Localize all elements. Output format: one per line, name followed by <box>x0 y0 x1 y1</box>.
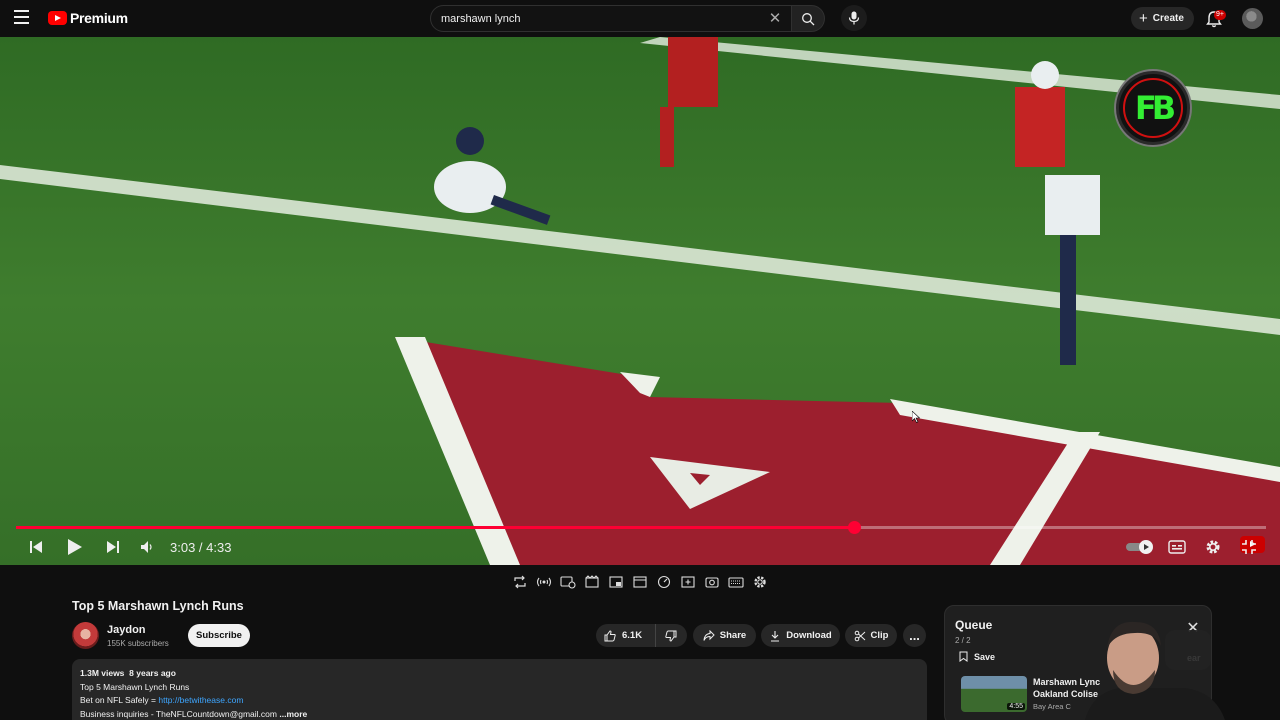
thumbs-up-icon <box>604 629 616 641</box>
share-button[interactable]: Share <box>693 624 756 647</box>
like-dislike-group: 6.1K <box>596 624 687 647</box>
gear-icon[interactable] <box>750 572 770 592</box>
keyboard-icon[interactable] <box>726 572 746 592</box>
subscriber-count: 155K subscribers <box>107 639 169 648</box>
more-actions-button[interactable]: ... <box>903 624 926 647</box>
watermark-text: FB <box>1123 78 1183 138</box>
time-display: 3:03 / 4:33 <box>170 540 232 555</box>
clip-label: Clip <box>870 630 889 641</box>
save-queue-button[interactable]: Save <box>959 651 995 662</box>
exit-fullscreen-icon <box>1242 540 1256 554</box>
extension-toolbar <box>510 572 772 592</box>
webcam-overlay <box>1085 621 1225 720</box>
thumbs-down-icon <box>665 630 677 642</box>
progress-bar[interactable] <box>16 521 1266 534</box>
upload-age: 8 years ago <box>129 668 176 678</box>
channel-avatar[interactable] <box>72 622 99 649</box>
plus-icon: + <box>1139 10 1148 27</box>
bookmark-icon <box>959 651 968 662</box>
queue-count: 2 / 2 <box>955 636 971 645</box>
volume-icon <box>141 541 152 553</box>
notification-badge: 9+ <box>1214 10 1226 20</box>
like-button[interactable]: 6.1K <box>596 624 656 647</box>
screenshot-icon[interactable] <box>702 572 722 592</box>
show-more-button[interactable]: ...more <box>279 709 307 719</box>
play-button[interactable] <box>64 535 84 559</box>
close-icon[interactable]: ✕ <box>767 11 783 27</box>
video-title: Top 5 Marshawn Lynch Runs <box>72 599 244 613</box>
create-label: Create <box>1152 13 1184 24</box>
download-label: Download <box>786 630 832 641</box>
channel-name[interactable]: Jaydon <box>107 624 146 636</box>
player-controls: 3:03 / 4:33 <box>0 535 1280 561</box>
scissors-icon <box>854 630 865 641</box>
description-text: Business inquiries - TheNFLCountdown@gma… <box>80 708 277 719</box>
cinema-icon[interactable] <box>582 572 602 592</box>
autoplay-toggle-icon <box>1126 540 1153 554</box>
create-button[interactable]: + Create <box>1131 7 1194 30</box>
video-frame <box>0 37 1280 565</box>
logo-text: Premium <box>70 10 128 26</box>
dislike-button[interactable] <box>656 624 686 647</box>
search-input[interactable] <box>441 12 761 25</box>
speed-icon[interactable] <box>654 572 674 592</box>
skip-previous-icon <box>30 541 42 553</box>
next-button[interactable] <box>103 535 123 559</box>
queue-title: Queue <box>955 618 993 632</box>
search-icon <box>802 12 815 25</box>
account-avatar[interactable] <box>1242 8 1263 29</box>
audio-mode-icon[interactable] <box>534 572 554 592</box>
youtube-play-icon <box>48 11 67 25</box>
mute-button[interactable] <box>137 535 157 559</box>
play-icon <box>67 539 82 555</box>
gear-icon <box>1206 540 1220 554</box>
progress-played <box>16 526 854 529</box>
queue-item-channel: Bay Area C <box>1033 702 1071 711</box>
subscribe-button[interactable]: Subscribe <box>188 624 250 647</box>
view-count: 1.3M views <box>80 668 125 678</box>
voice-search-button[interactable] <box>841 5 867 31</box>
skip-next-icon <box>107 541 119 553</box>
video-duration: 4:55 <box>1007 703 1025 710</box>
save-label: Save <box>974 651 996 662</box>
search-button[interactable] <box>792 5 825 32</box>
screen-share-icon[interactable] <box>558 572 578 592</box>
search-box: ✕ <box>430 5 792 32</box>
youtube-logo[interactable]: Premium <box>48 10 128 26</box>
description-line: Business inquiries - TheNFLCountdown@gma… <box>80 708 919 720</box>
description-link[interactable]: http://betwithease.com <box>158 695 243 705</box>
autoplay-toggle[interactable] <box>1125 535 1155 559</box>
masthead: Premium ✕ + Create 9+ <box>0 0 1280 37</box>
mini-player-icon[interactable] <box>630 572 650 592</box>
share-label: Share <box>719 630 747 641</box>
microphone-icon <box>848 11 860 25</box>
video-player[interactable]: FB <box>0 37 1280 565</box>
captions-button[interactable] <box>1166 535 1188 559</box>
description-box[interactable]: 1.3M views 8 years ago Top 5 Marshawn Ly… <box>72 659 927 720</box>
settings-button[interactable] <box>1202 535 1224 559</box>
download-icon <box>771 630 780 642</box>
hamburger-icon[interactable] <box>14 10 34 26</box>
add-clip-icon[interactable] <box>678 572 698 592</box>
scrubber-handle[interactable] <box>847 521 861 534</box>
picture-in-picture-icon[interactable] <box>606 572 626 592</box>
channel-watermark: FB <box>1116 71 1190 145</box>
search-bar: ✕ <box>430 5 825 32</box>
share-icon <box>703 629 715 641</box>
exit-fullscreen-button[interactable] <box>1238 535 1260 559</box>
queue-thumbnail: 4:55 <box>961 676 1027 712</box>
like-count: 6.1K <box>622 630 643 641</box>
description-line: Top 5 Marshawn Lynch Runs <box>80 681 190 692</box>
clip-button[interactable]: Clip <box>845 624 897 647</box>
description-line: Bet on NFL Safely = http://betwithease.c… <box>80 694 919 708</box>
description-text: Bet on NFL Safely = <box>80 695 159 705</box>
captions-icon <box>1168 540 1186 554</box>
previous-button[interactable] <box>26 535 46 559</box>
mouse-cursor-icon <box>912 411 920 423</box>
download-button[interactable]: Download <box>761 624 840 647</box>
loop-icon[interactable] <box>510 572 530 592</box>
